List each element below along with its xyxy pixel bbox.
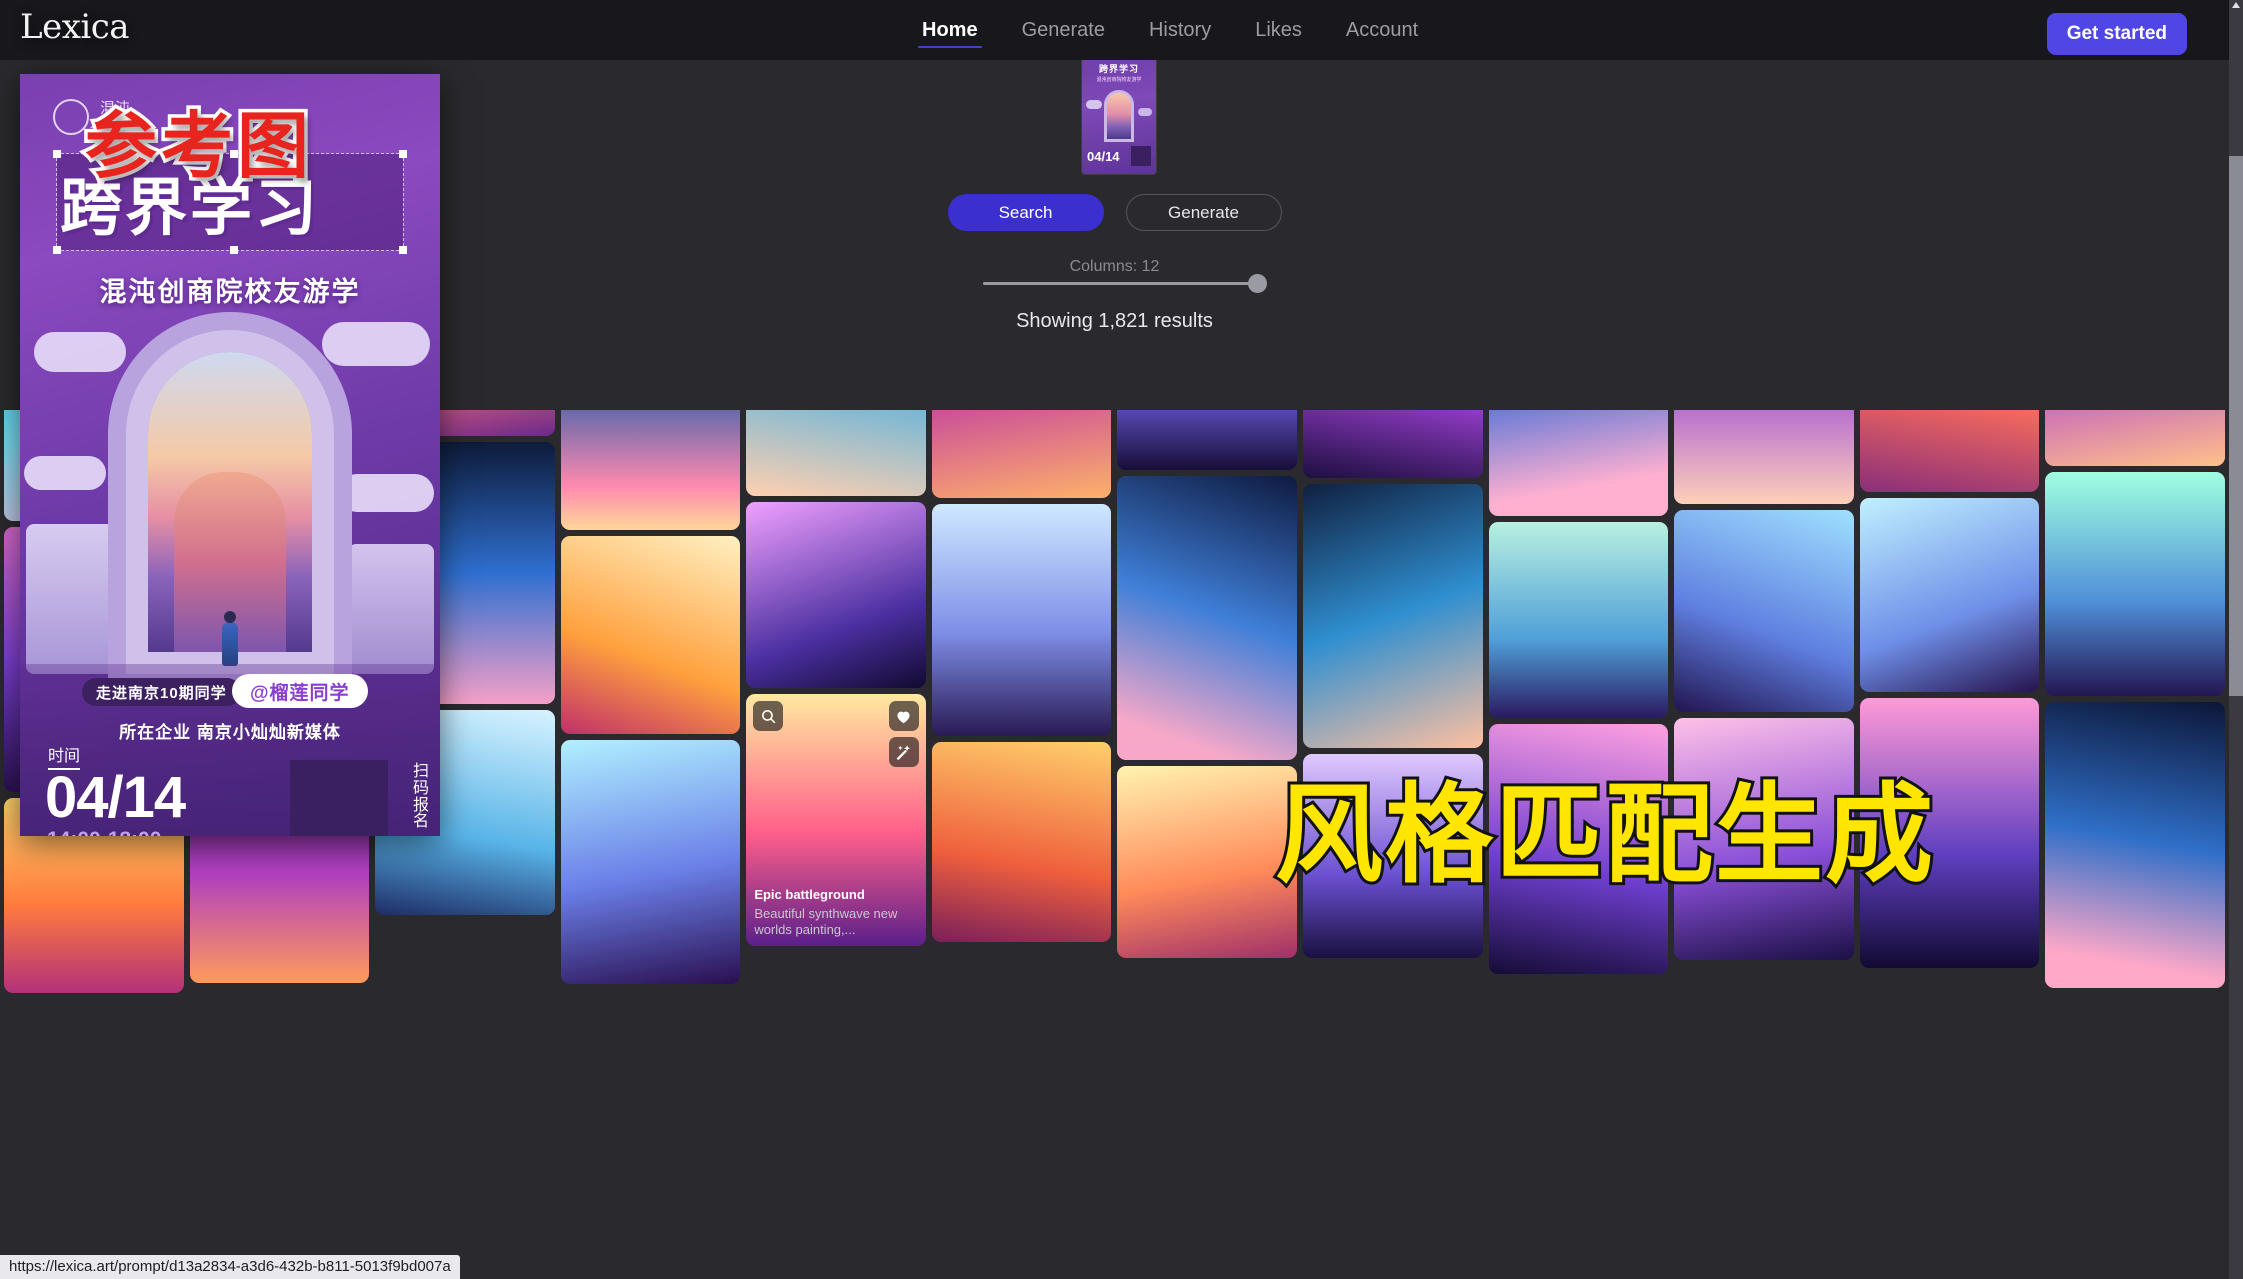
lexica-logo[interactable]: Lexica [20, 7, 130, 47]
status-bar-url: https://lexica.art/prompt/d13a2834-a3d6-… [0, 1255, 460, 1279]
style-match-annotation: 风格匹配生成 [1272, 771, 1936, 898]
poster-footer: 走进南京10期同学 @榴莲同学 所在企业 南京小灿灿新媒体 时间 04/14 1… [20, 664, 440, 836]
poster-figure [222, 611, 238, 666]
image-card[interactable] [931, 504, 1112, 736]
brand-circle-icon [53, 99, 89, 135]
image-card[interactable] [1674, 510, 1854, 712]
poster-date: 04/14 [45, 765, 186, 830]
image-card[interactable] [1488, 522, 1669, 718]
image-card[interactable] [1117, 476, 1298, 760]
get-started-button[interactable]: Get started [2046, 13, 2187, 55]
thumbnail-title: 跨界学习 [1098, 64, 1139, 74]
page-scrollbar[interactable] [2229, 0, 2243, 1279]
image-card[interactable] [931, 742, 1112, 942]
columns-slider[interactable] [983, 274, 1267, 293]
thumbnail-subtitle: 混沌创商院校友游学 [1096, 77, 1142, 83]
reference-stamp-text: 参考图 [81, 104, 314, 191]
poster-block-left [26, 524, 118, 674]
card-caption: Epic battleground Beautiful synthwave new… [754, 887, 918, 938]
poster-cloud-4 [338, 474, 434, 512]
thumbnail-cloud-right [1138, 108, 1152, 116]
poster-subtitle: 混沌创商院校友游学 [99, 277, 361, 307]
poster-cloud-3 [24, 456, 106, 490]
nav-item-likes[interactable]: Likes [1233, 0, 1324, 60]
columns-slider-thumb[interactable] [1248, 274, 1267, 293]
scrollbar-thumb[interactable] [2229, 156, 2243, 696]
nav-item-generate[interactable]: Generate [1000, 0, 1127, 60]
magic-wand-icon[interactable] [888, 737, 919, 767]
image-card[interactable] [560, 536, 741, 734]
poster-archway [148, 352, 312, 652]
thumbnail-qr-code [1131, 146, 1151, 166]
poster-hours: 14:00-18:00 [47, 828, 161, 836]
poster-badge-dark: 走进南京10期同学 [82, 678, 241, 706]
main-navigation: Home Generate History Likes Account [900, 0, 1440, 60]
poster-cloud-2 [322, 322, 430, 366]
generate-button[interactable]: Generate [1125, 194, 1282, 231]
heart-icon[interactable] [888, 701, 919, 731]
poster-badge-light: @榴莲同学 [232, 674, 368, 708]
poster-scan-label: 扫码报名 [412, 763, 429, 831]
thumbnail-date: 04/14 [1087, 149, 1120, 164]
card-subtitle: Beautiful synthwave new worlds painting,… [754, 905, 898, 937]
image-card-hovered[interactable]: Epic battleground Beautiful synthwave new… [746, 694, 926, 946]
reference-image-overlay[interactable]: 混沌 H 跨界学习 参考图 混沌创商院校友游学 走进南京10期同学 @榴莲同学 [20, 74, 440, 836]
poster-company: 所在企业 南京小灿灿新媒体 [119, 723, 341, 742]
poster-qr-code [290, 760, 388, 836]
nav-item-history[interactable]: History [1127, 0, 1233, 60]
image-card[interactable] [2045, 472, 2225, 696]
poster-illustration [20, 314, 440, 674]
image-card[interactable] [560, 740, 741, 984]
reference-thumbnail-wrap[interactable]: 跨界学习 混沌创商院校友游学 04/14 [1081, 55, 1157, 175]
thumbnail-cloud-left [1086, 100, 1102, 109]
reference-thumbnail[interactable]: 跨界学习 混沌创商院校友游学 04/14 [1081, 55, 1157, 175]
image-card[interactable] [1303, 484, 1483, 748]
thumbnail-archway [1104, 90, 1134, 142]
search-button[interactable]: Search [947, 194, 1104, 231]
image-card[interactable] [1117, 766, 1298, 958]
poster-cloud-1 [34, 332, 126, 372]
poster-block-right [348, 544, 434, 674]
image-card[interactable] [1859, 498, 2040, 692]
nav-item-account[interactable]: Account [1324, 0, 1440, 60]
image-card[interactable] [746, 502, 926, 688]
search-icon[interactable] [753, 701, 784, 731]
nav-item-home[interactable]: Home [900, 0, 1000, 60]
card-title: Epic battleground [754, 886, 865, 902]
scroll-up-arrow-icon[interactable] [2232, 2, 2240, 8]
top-header: Lexica Home Generate History Likes Account G… [0, 0, 2229, 60]
image-card[interactable] [2045, 702, 2225, 988]
lexica-app: Epic battleground Beautiful synthwave new… [0, 0, 2243, 1279]
